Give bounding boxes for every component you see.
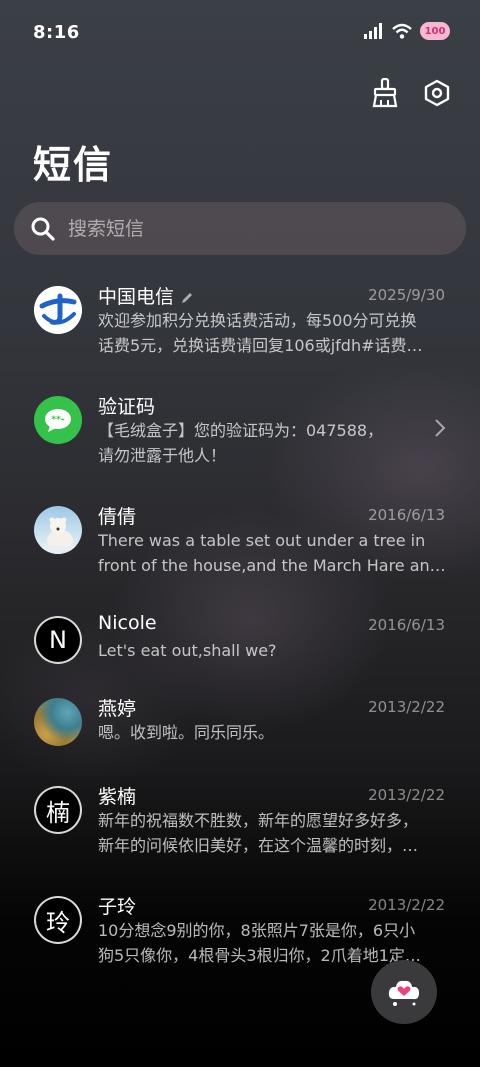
conversation-name: 验证码 (98, 396, 156, 418)
battery-indicator: 100 (420, 22, 450, 40)
conversation-preview: Let's eat out,shall we? (98, 641, 277, 660)
chevron-right-icon (434, 418, 446, 444)
conversation-date: 2016/6/13 (368, 506, 445, 524)
china-telecom-logo-icon (34, 286, 82, 334)
contact-initial-avatar: N (34, 616, 82, 664)
conversation-name: 燕婷 (98, 698, 137, 720)
status-icons: 100 (364, 22, 450, 40)
conversation-name: 倩倩 (98, 506, 137, 528)
china-telecom-avatar (34, 286, 82, 334)
page-title: 短信 (33, 143, 114, 187)
broom-icon (372, 78, 398, 108)
conversation-name: Nicole (98, 612, 157, 634)
landscape-avatar (34, 698, 82, 746)
conversation-item[interactable]: 倩倩 2016/6/13 There was a table set out u… (0, 506, 480, 586)
conversation-name: 中国电信 (98, 282, 194, 309)
message-bubble-icon: **- (45, 409, 71, 432)
conversation-item[interactable]: **- 验证码 【毛绒盒子】您的验证码为：047588， 请勿泄露于他人！ (0, 396, 480, 476)
search-bar[interactable] (14, 202, 466, 255)
conversation-date: 2013/2/22 (368, 786, 445, 804)
heart-cloud-icon (388, 980, 419, 1006)
verification-avatar: **- (34, 396, 82, 444)
search-input[interactable] (66, 216, 450, 241)
polar-bear-icon (34, 517, 82, 554)
conversation-item[interactable]: N Nicole 2016/6/13 Let's eat out,shall w… (0, 612, 480, 672)
signal-icon (364, 23, 382, 39)
floating-action-button[interactable] (371, 960, 437, 1024)
clean-button[interactable] (370, 78, 400, 108)
contact-initial-avatar: 楠 (34, 786, 82, 834)
conversation-preview: 欢迎参加积分兑换话费活动，每500分可兑换 话费5元，兑换话费请回复106或jf… (98, 311, 423, 355)
conversation-name: 紫楠 (98, 786, 137, 808)
top-actions (370, 78, 452, 108)
wifi-icon (392, 23, 412, 39)
settings-hexagon-icon (424, 79, 450, 107)
conversation-preview: 【毛绒盒子】您的验证码为：047588， 请勿泄露于他人！ (98, 421, 384, 465)
pencil-icon (182, 292, 193, 303)
polar-bear-avatar (34, 506, 82, 554)
svg-text:**-: **- (51, 415, 64, 425)
settings-button[interactable] (422, 78, 452, 108)
conversation-name: 子玲 (98, 896, 137, 918)
conversation-date: 2016/6/13 (368, 616, 445, 634)
conversation-date: 2013/2/22 (368, 698, 445, 716)
conversation-preview: 嗯。收到啦。同乐同乐。 (98, 723, 275, 742)
conversation-preview: 新年的祝福数不胜数，新年的愿望好多好多， 新年的问候依旧美好，在这个温馨的时刻，… (98, 811, 419, 855)
conversation-preview: There was a table set out under a tree i… (98, 531, 446, 575)
status-time: 8:16 (33, 22, 80, 43)
conversation-item[interactable]: 中国电信 2025/9/30 欢迎参加积分兑换话费活动，每500分可兑换 话费5… (0, 286, 480, 366)
search-icon (30, 216, 56, 242)
status-bar: 8:16 100 (0, 0, 480, 64)
conversation-date: 2013/2/22 (368, 896, 445, 914)
contact-initial-avatar: 玲 (34, 896, 82, 944)
conversation-item[interactable]: 楠 紫楠 2013/2/22 新年的祝福数不胜数，新年的愿望好多好多， 新年的问… (0, 786, 480, 866)
conversation-item[interactable]: 燕婷 2013/2/22 嗯。收到啦。同乐同乐。 (0, 698, 480, 754)
conversation-date: 2025/9/30 (368, 286, 445, 304)
